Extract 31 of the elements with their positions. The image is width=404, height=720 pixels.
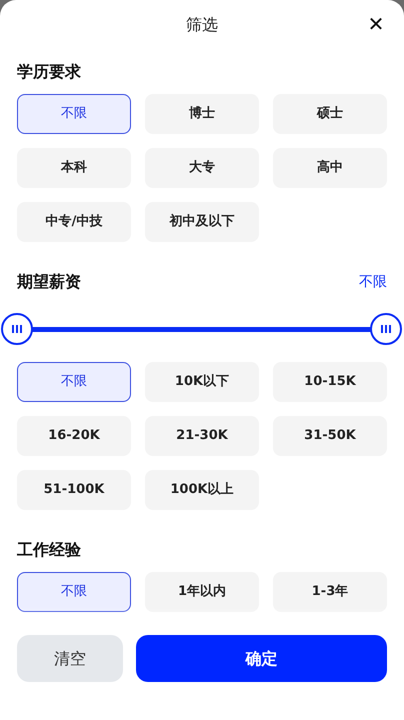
grip-icon — [380, 324, 392, 334]
confirm-button[interactable]: 确定 — [136, 635, 387, 682]
filter-option[interactable]: 不限 — [17, 94, 131, 134]
filter-option[interactable]: 10-15K — [273, 362, 387, 402]
filter-option[interactable]: 10K以下 — [145, 362, 259, 402]
filter-option[interactable]: 大专 — [145, 148, 259, 188]
filter-option[interactable]: 1年以内 — [145, 572, 259, 612]
slider-handle[interactable] — [1, 313, 33, 345]
filter-option[interactable]: 初中及以下 — [145, 202, 259, 242]
section-title: 学历要求 — [17, 61, 81, 83]
clear-button[interactable]: 清空 — [17, 635, 123, 682]
filter-option[interactable]: 100K以上 — [145, 470, 259, 510]
filter-option[interactable]: 不限 — [17, 572, 131, 612]
close-button[interactable]: ✕ — [364, 12, 388, 36]
section-title: 工作经验 — [17, 539, 81, 561]
filter-option[interactable]: 高中 — [273, 148, 387, 188]
dialog-title: 筛选 — [186, 14, 218, 36]
range-value: 不限 — [359, 272, 387, 292]
filter-option[interactable]: 1-3年 — [273, 572, 387, 612]
filter-option[interactable]: 不限 — [17, 362, 131, 402]
filter-option[interactable]: 硕士 — [273, 94, 387, 134]
filter-option[interactable]: 31-50K — [273, 416, 387, 456]
filter-option[interactable]: 中专/中技 — [17, 202, 131, 242]
grip-icon — [11, 324, 23, 334]
filter-option[interactable]: 21-30K — [145, 416, 259, 456]
filter-option[interactable]: 博士 — [145, 94, 259, 134]
filter-option[interactable]: 51-100K — [17, 470, 131, 510]
slider-handle[interactable] — [370, 313, 402, 345]
section-title: 期望薪资 — [17, 271, 81, 293]
filter-option[interactable]: 16-20K — [17, 416, 131, 456]
filter-option[interactable]: 本科 — [17, 148, 131, 188]
